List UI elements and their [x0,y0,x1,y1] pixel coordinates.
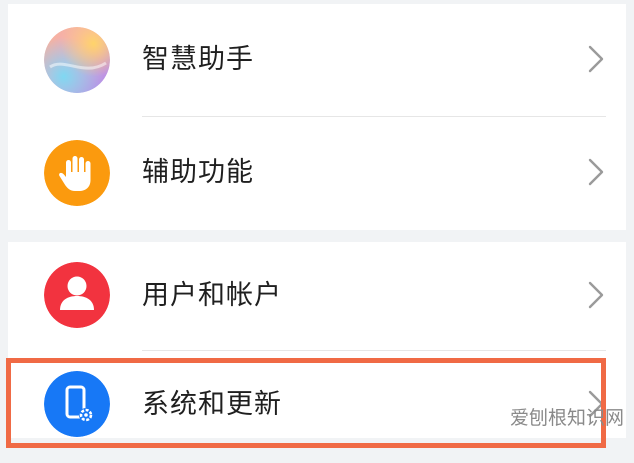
settings-item-label: 智慧助手 [142,44,254,75]
chevron-right-icon [588,158,604,186]
settings-item-accessibility[interactable]: 辅助功能 [8,117,626,229]
settings-item-label: 系统和更新 [142,389,282,420]
settings-item-smart-assistant[interactable]: 智慧助手 [8,4,626,116]
settings-item-user-accounts[interactable]: 用户和帐户 [8,242,626,354]
settings-item-label: 用户和帐户 [142,280,282,311]
chevron-right-icon [588,281,604,309]
chevron-right-icon [588,45,604,73]
phone-settings-icon [44,371,110,437]
hand-icon [44,140,110,206]
user-icon [44,262,110,328]
settings-group-1: 智慧助手 辅助功能 [8,4,626,230]
smart-assistant-icon [44,27,110,93]
watermark: 爱刨根知识网 [509,407,624,429]
settings-item-label: 辅助功能 [142,157,254,188]
